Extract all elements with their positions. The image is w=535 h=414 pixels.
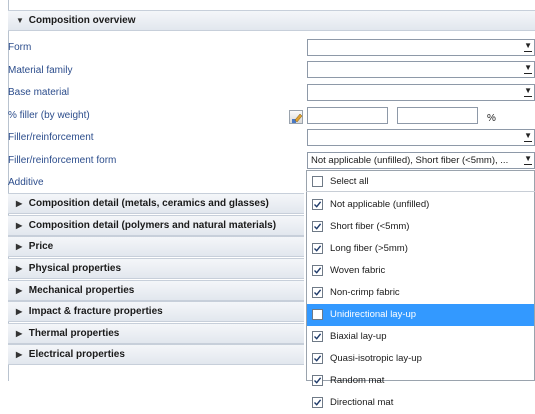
dropdown-arrow-icon: ▼ <box>524 41 532 52</box>
dropdown-option[interactable]: Woven fabric <box>307 260 534 282</box>
checkbox-checked-icon[interactable] <box>312 353 323 364</box>
form-select[interactable]: ▼ <box>307 39 535 56</box>
triangle-right-icon: ▶ <box>16 286 23 295</box>
label-base-material: Base material <box>8 87 70 98</box>
filler-form-value: Not applicable (unfilled), Short fiber (… <box>311 155 509 166</box>
filler-form-dropdown-list: Select all Not applicable (unfilled) Shor… <box>306 170 535 408</box>
label-material-family: Material family <box>8 65 73 76</box>
label-filler-reinforcement-form: Filler/reinforcement form <box>8 155 117 166</box>
checkbox-checked-icon[interactable] <box>312 243 323 254</box>
select-all-option[interactable]: Select all <box>307 171 534 193</box>
filler-max-input[interactable] <box>397 107 478 124</box>
dropdown-option[interactable]: Long fiber (>5mm) <box>307 238 534 260</box>
triangle-right-icon: ▶ <box>16 329 23 338</box>
dropdown-option[interactable]: Biaxial lay-up <box>307 326 534 348</box>
section-price[interactable]: ▶ Price <box>8 236 304 257</box>
dropdown-option[interactable]: Short fiber (<5mm) <box>307 216 534 238</box>
triangle-right-icon: ▶ <box>16 199 23 208</box>
dropdown-option[interactable]: Not applicable (unfilled) <box>307 194 534 216</box>
checkbox-checked-icon[interactable] <box>312 199 323 210</box>
checkbox-checked-icon[interactable] <box>312 331 323 342</box>
section-composition-overview[interactable]: ▼ Composition overview <box>8 10 535 31</box>
section-electrical-properties[interactable]: ▶ Electrical properties <box>8 344 304 365</box>
dropdown-option[interactable]: Directional mat <box>307 392 534 414</box>
material-family-select[interactable]: ▼ <box>307 61 535 78</box>
label-filler-weight: % filler (by weight) <box>8 110 90 121</box>
dropdown-option[interactable]: Quasi-isotropic lay-up <box>307 348 534 370</box>
dropdown-arrow-icon: ▼ <box>524 131 532 142</box>
triangle-right-icon: ▶ <box>16 264 23 273</box>
dropdown-arrow-icon: ▼ <box>524 63 532 74</box>
triangle-down-icon: ▼ <box>16 16 24 25</box>
pencil-icon <box>292 113 303 123</box>
triangle-right-icon: ▶ <box>16 221 23 230</box>
checkbox-checked-icon[interactable] <box>312 397 323 408</box>
section-physical-properties[interactable]: ▶ Physical properties <box>8 258 304 279</box>
triangle-right-icon: ▶ <box>16 242 23 251</box>
edit-expression-button[interactable] <box>289 110 303 124</box>
section-composition-detail-polymers[interactable]: ▶ Composition detail (polymers and natur… <box>8 215 304 236</box>
dropdown-option[interactable]: Unidirectional lay-up <box>307 304 534 326</box>
dropdown-separator <box>306 191 535 192</box>
section-thermal-properties[interactable]: ▶ Thermal properties <box>8 323 304 344</box>
dropdown-arrow-icon: ▼ <box>524 86 532 97</box>
section-title: Composition overview <box>28 15 136 26</box>
dropdown-option[interactable]: Random mat <box>307 370 534 392</box>
label-form: Form <box>8 42 32 53</box>
section-impact-fracture-properties[interactable]: ▶ Impact & fracture properties <box>8 301 304 322</box>
label-filler-reinforcement: Filler/reinforcement <box>8 132 94 143</box>
triangle-right-icon: ▶ <box>16 307 23 316</box>
checkbox-checked-icon[interactable] <box>312 287 323 298</box>
filler-min-input[interactable] <box>307 107 388 124</box>
checkbox-unchecked-icon[interactable] <box>312 176 323 187</box>
section-mechanical-properties[interactable]: ▶ Mechanical properties <box>8 280 304 301</box>
dropdown-option[interactable]: Non-crimp fabric <box>307 282 534 304</box>
checkbox-checked-icon[interactable] <box>312 221 323 232</box>
section-composition-detail-metals[interactable]: ▶ Composition detail (metals, ceramics a… <box>8 193 304 214</box>
percent-unit: % <box>487 113 496 124</box>
dropdown-arrow-icon: ▼ <box>524 154 532 165</box>
triangle-right-icon: ▶ <box>16 350 23 359</box>
checkbox-checked-icon[interactable] <box>312 265 323 276</box>
filler-reinforcement-select[interactable]: ▼ <box>307 129 535 146</box>
label-additive: Additive <box>8 177 44 188</box>
checkbox-unchecked-icon[interactable] <box>312 309 323 320</box>
filler-reinforcement-form-select[interactable]: Not applicable (unfilled), Short fiber (… <box>307 152 535 169</box>
base-material-select[interactable]: ▼ <box>307 84 535 101</box>
